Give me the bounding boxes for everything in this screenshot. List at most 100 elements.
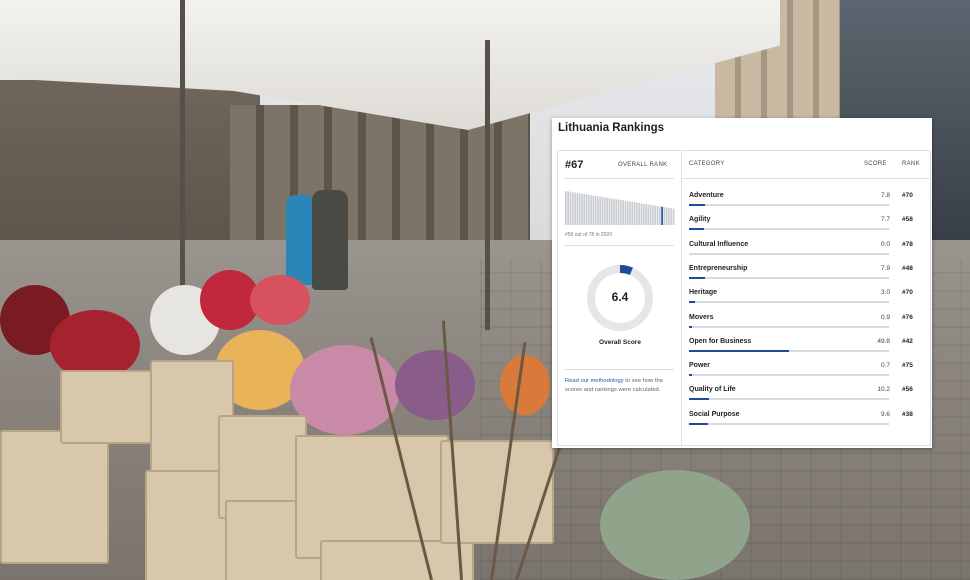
score-bar-fill xyxy=(689,349,789,352)
category-rank: #78 xyxy=(902,240,913,248)
rank-history-bar xyxy=(592,195,595,225)
category-score: 7.9 xyxy=(880,264,890,272)
column-header-rank: RANK xyxy=(902,161,920,167)
score-bar-track xyxy=(689,398,889,401)
score-bar-fill xyxy=(689,276,705,279)
rank-history-bar xyxy=(631,201,634,225)
rank-history-bar xyxy=(603,197,606,225)
ranking-row: Power 0.7 #75 xyxy=(682,356,930,380)
score-bar-fill xyxy=(689,228,705,231)
category-name: Open for Business xyxy=(689,337,752,345)
rank-history-bar xyxy=(663,207,666,225)
flower-bunch xyxy=(395,350,475,420)
category-name: Cultural Influence xyxy=(689,240,749,248)
card-title: Lithuania Rankings xyxy=(558,122,665,134)
rankings-panel: #67 OVERALL RANK #59 out of 78 in 2020 6… xyxy=(557,150,931,446)
rank-history-bar xyxy=(649,204,652,225)
overall-rank-value: #67 xyxy=(565,159,584,171)
category-name: Agility xyxy=(689,216,711,224)
rank-history-bar xyxy=(571,192,574,225)
rank-history-bar xyxy=(594,195,597,225)
score-bar-track xyxy=(689,228,889,231)
category-name: Social Purpose xyxy=(689,410,740,418)
rank-history-bar xyxy=(652,205,654,225)
category-score: 10.2 xyxy=(877,386,890,394)
rank-history-bar xyxy=(608,198,611,225)
ranking-row: Heritage 3.0 #70 xyxy=(682,283,930,307)
category-score: 9.6 xyxy=(880,410,890,418)
umbrella-pole xyxy=(180,0,185,300)
rank-history-bar xyxy=(606,197,608,225)
category-name: Adventure xyxy=(689,192,724,199)
methodology-link[interactable]: Read our methodology xyxy=(565,378,624,384)
ranking-row: Movers 0.9 #76 xyxy=(682,308,930,332)
category-rank: #70 xyxy=(902,289,913,297)
category-score: 7.7 xyxy=(880,216,890,224)
category-rank: #70 xyxy=(902,192,913,199)
score-bar-fill xyxy=(689,398,710,401)
category-score: 0.9 xyxy=(880,313,890,321)
rank-history-bar xyxy=(613,198,615,225)
score-bar-track xyxy=(689,301,889,304)
overall-score-value: 6.4 xyxy=(611,290,629,304)
divider xyxy=(682,178,930,179)
rank-history-bar xyxy=(581,193,583,225)
rank-history-bar xyxy=(645,204,647,225)
rank-history-bar xyxy=(615,199,618,225)
category-score: 0.7 xyxy=(880,362,890,370)
overall-rank-label: OVERALL RANK xyxy=(618,162,668,168)
rank-history-bar xyxy=(642,203,645,225)
rank-history-bar xyxy=(599,196,602,225)
category-name: Quality of Life xyxy=(689,386,736,394)
category-score: 3.0 xyxy=(880,289,890,297)
category-rank: #48 xyxy=(902,264,913,272)
score-bar-track xyxy=(689,374,889,377)
rank-history-bar xyxy=(638,203,641,225)
rank-history-bar xyxy=(610,198,613,225)
score-bar-track xyxy=(689,422,889,425)
rank-history-bar xyxy=(576,192,579,225)
rank-history-bar xyxy=(633,202,636,225)
category-rank: #42 xyxy=(902,337,913,345)
pedestrian xyxy=(286,195,314,285)
ranking-row: Adventure 7.8 #70 xyxy=(682,186,930,210)
rank-history-bar xyxy=(587,194,590,225)
rank-history-bar xyxy=(670,208,673,225)
rank-history-caption: #59 out of 78 in 2020 xyxy=(565,232,612,238)
rank-history-bar xyxy=(590,195,592,225)
score-bar-fill xyxy=(689,422,709,425)
rank-history-bar xyxy=(622,200,624,225)
rank-history-bar xyxy=(626,201,629,225)
ranking-row: Agility 7.7 #58 xyxy=(682,210,930,234)
divider xyxy=(564,369,674,370)
category-rank: #38 xyxy=(902,410,913,418)
rank-history-bar xyxy=(672,208,675,225)
rank-history-bar xyxy=(569,191,572,225)
rank-history-bar xyxy=(658,206,661,225)
score-bar-fill xyxy=(689,325,692,328)
rankings-card: Lithuania Rankings #67 OVERALL RANK #59 … xyxy=(552,118,932,448)
score-bar-track xyxy=(689,252,889,255)
category-score: 7.8 xyxy=(880,192,890,199)
category-rank: #56 xyxy=(902,386,913,394)
overall-summary: #67 OVERALL RANK #59 out of 78 in 2020 6… xyxy=(558,151,682,445)
ranking-row: Social Purpose 9.6 #38 xyxy=(682,405,930,429)
category-rank: #58 xyxy=(902,216,913,224)
umbrella-pole xyxy=(485,40,490,330)
rank-history-bar xyxy=(629,201,631,225)
crate xyxy=(0,430,109,564)
rank-history-bar xyxy=(636,202,638,225)
rank-history-bar xyxy=(585,194,588,225)
rank-history-chart xyxy=(565,191,675,225)
rank-history-bar xyxy=(665,207,668,225)
flower-bunch xyxy=(500,355,550,415)
score-bar-fill xyxy=(689,374,692,377)
ranking-row: Cultural Influence 0.0 #78 xyxy=(682,235,930,259)
methodology-note: Read our methodology to see how the scor… xyxy=(565,377,675,394)
divider xyxy=(564,178,674,179)
ranking-row: Open for Business 49.8 #42 xyxy=(682,332,930,356)
score-bar-fill xyxy=(689,204,705,206)
ranking-row: Entrepreneurship 7.9 #48 xyxy=(682,259,930,283)
rank-history-bar xyxy=(567,191,569,225)
category-name: Movers xyxy=(689,313,714,321)
